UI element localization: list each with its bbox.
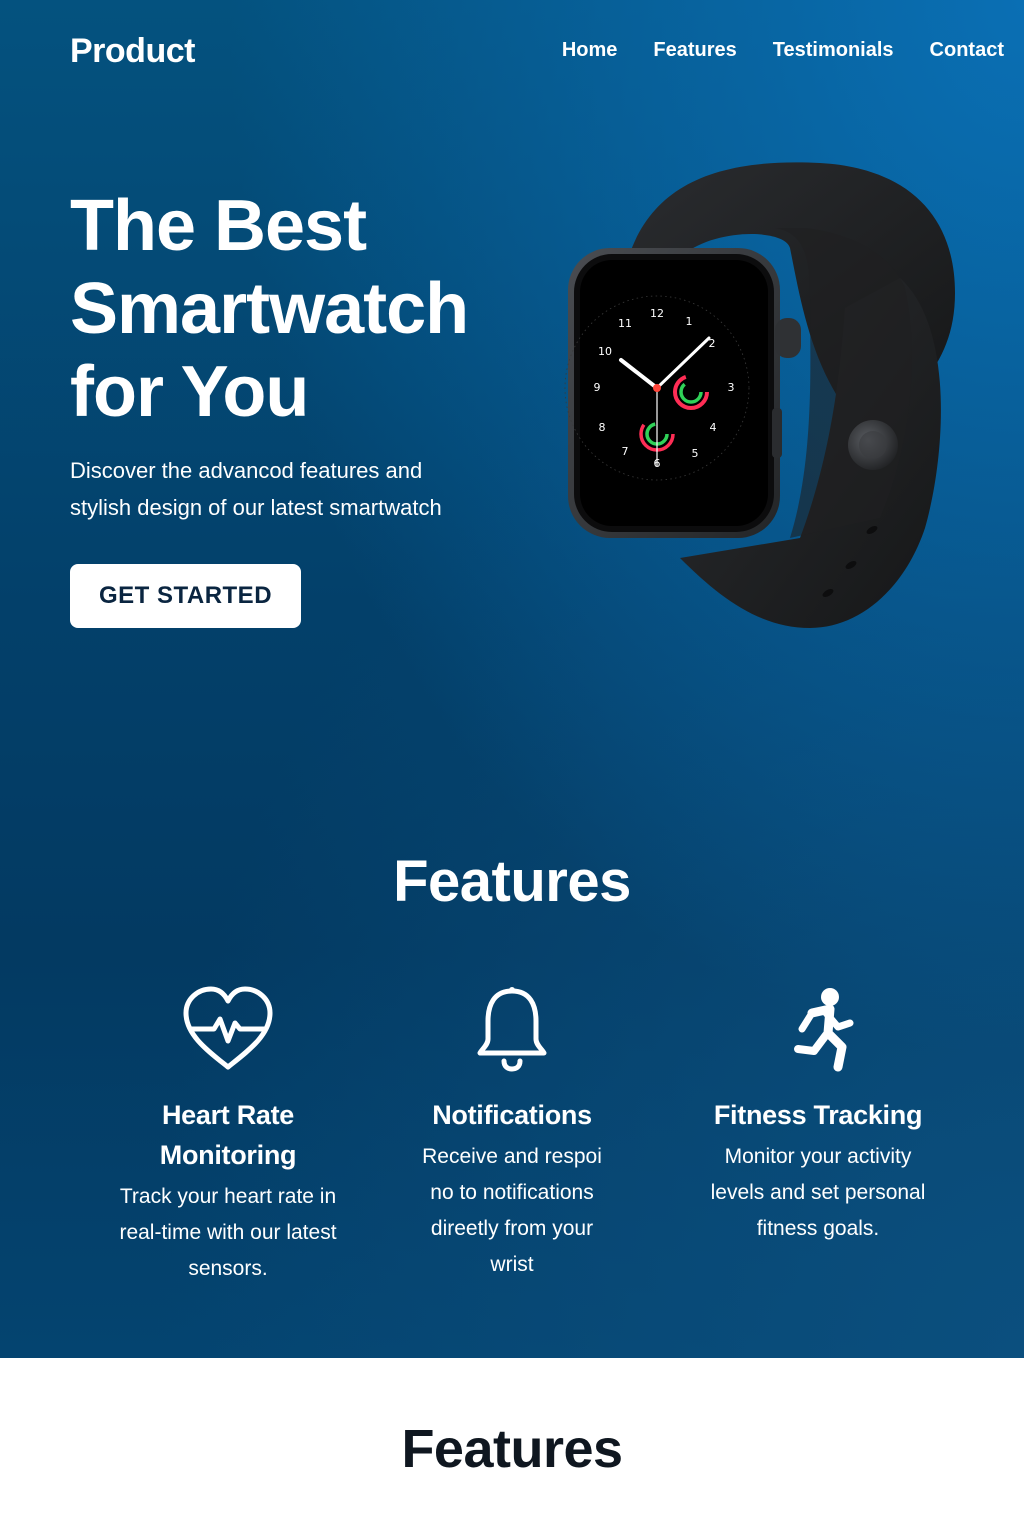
dial-numeral: 1 [686,315,693,328]
dial-numeral: 7 [622,445,629,458]
nav-testimonials-link[interactable]: Testimonials [773,39,894,62]
hero-subtitle-line: stylish design of our latest smartwatch [70,495,442,520]
smartwatch-image: 12 1 2 3 4 5 6 7 8 9 10 11 [564,162,955,628]
feature-description-line: levels and set personal [710,1181,926,1204]
dial-numeral: 4 [710,421,717,434]
bottom-features-heading: Features [401,1419,623,1479]
feature-card-notifications: Notifications Receive and respoi no to n… [382,985,642,1283]
feature-description: Monitor your activity levels and set per… [688,1139,948,1247]
feature-description-line: no to notifications [430,1181,594,1204]
feature-description-line: Receive and respoi [422,1145,602,1168]
nav-contact-link[interactable]: Contact [930,39,1004,62]
feature-title: Notifications [382,1095,642,1135]
main-nav: Home Features Testimonials Contact [562,39,1004,62]
feature-title: Fitness Tracking [688,1095,948,1135]
feature-description-line: direetly from your [430,1217,594,1240]
feature-description-line: real-time with our latest [119,1221,337,1244]
feature-description: Track your heart rate in real-time with … [98,1179,358,1287]
hero-title-line: for You [70,352,309,432]
dial-numeral: 10 [598,345,612,358]
logo[interactable]: Product [70,32,195,71]
dial-numeral: 12 [650,307,664,320]
feature-description-line: Track your heart rate in [119,1185,337,1208]
feature-title-line: Heart Rate [161,1100,295,1130]
bell-icon [477,987,547,1072]
feature-title: Heart Rate Monitoring [98,1095,358,1175]
get-started-button[interactable]: GET STARTED [70,564,301,628]
running-person-icon [794,988,854,1072]
feature-title-line: Monitoring [159,1140,297,1170]
feature-card-heart-rate: Heart Rate Monitoring Track your heart r… [98,985,358,1287]
hero-section: Product Home Features Testimonials Conta… [0,0,1024,1358]
dial-numeral: 11 [618,317,632,330]
feature-description-line: sensors. [188,1257,268,1280]
feature-title-line: Fitness Tracking [713,1100,923,1130]
hero-title-line: The Best [70,186,367,266]
feature-description: Receive and respoi no to notifications d… [382,1139,642,1283]
dial-numeral: 9 [594,381,601,394]
hero-subtitle-line: Discover the advancod features and [70,458,423,483]
feature-description-line: Monitor your activity [724,1145,912,1168]
hero-title: The Best Smartwatch for You [70,185,550,434]
dial-numeral: 3 [728,381,735,394]
feature-description-line: wrist [490,1253,534,1276]
feature-card-fitness: Fitness Tracking Monitor your activity l… [688,985,948,1247]
features-heading: Features [393,849,631,914]
feature-title-line: Notifications [432,1100,592,1130]
heart-rate-icon [183,986,273,1070]
hero-subtitle: Discover the advancod features and styli… [70,452,510,526]
hero-title-line: Smartwatch [70,269,469,349]
feature-description-line: fitness goals. [756,1217,880,1240]
nav-features-link[interactable]: Features [653,39,736,62]
nav-home-link[interactable]: Home [562,39,618,62]
dial-numeral: 5 [692,447,699,460]
dial-numeral: 8 [599,421,606,434]
